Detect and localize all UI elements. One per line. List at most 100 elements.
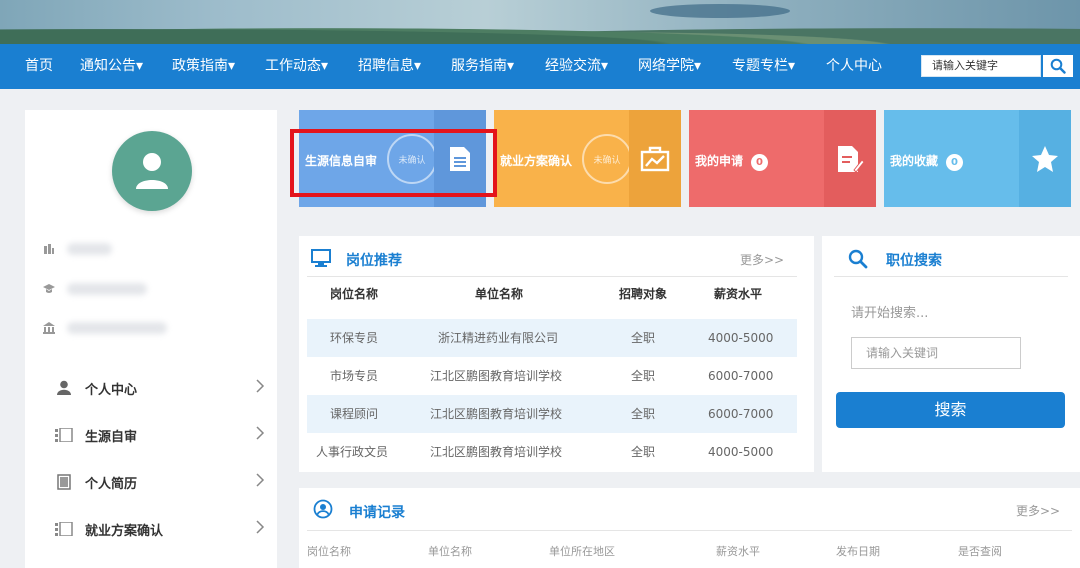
sidebar-item-source-review[interactable]: 生源自审 xyxy=(55,423,265,447)
blurred-text xyxy=(67,322,167,334)
application-records-title: 申请记录 xyxy=(349,505,405,521)
salary-cell: 4000-5000 xyxy=(708,445,774,459)
application-records-more-link[interactable]: 更多>> xyxy=(1016,502,1060,519)
main-nav: 首页 通知公告▾ 政策指南▾ 工作动态▾ 招聘信息▾ 服务指南▾ 经验交流▾ 网… xyxy=(0,44,1080,89)
nav-item-topics[interactable]: 专题专栏▾ xyxy=(732,44,795,89)
divider xyxy=(834,276,1068,277)
briefcase-chart-icon xyxy=(640,146,670,171)
chevron-right-icon xyxy=(256,379,265,393)
nav-item-personal-center[interactable]: 个人中心 xyxy=(826,44,882,89)
banner-lake xyxy=(650,4,790,18)
avatar xyxy=(112,131,192,211)
table-row[interactable]: 环保专员 浙江精进药业有限公司 全职 4000-5000 xyxy=(307,319,797,357)
card-icon-area xyxy=(1019,110,1071,207)
graduation-cap-icon xyxy=(43,284,55,293)
card-my-favorites[interactable]: 我的收藏 0 xyxy=(884,110,1071,207)
job-title-cell: 课程顾问 xyxy=(330,407,379,421)
table-header: 岗位名称 xyxy=(307,545,351,558)
sidebar-item-label: 个人中心 xyxy=(85,382,138,398)
job-type-cell: 全职 xyxy=(631,369,656,383)
card-label: 我的收藏 xyxy=(890,154,939,168)
nav-search-button[interactable] xyxy=(1043,55,1073,77)
monitor-icon xyxy=(311,249,331,267)
nav-search-input[interactable]: 请输入关键字 xyxy=(921,55,1041,77)
chevron-right-icon xyxy=(256,520,265,534)
blurred-text xyxy=(67,243,112,255)
job-title-cell: 环保专员 xyxy=(330,331,379,345)
table-header: 是否查阅 xyxy=(958,545,1002,558)
table-row[interactable]: 市场专员 江北区鹏图教育培训学校 全职 6000-7000 xyxy=(307,357,797,395)
card-icon-area xyxy=(824,110,876,207)
company-cell: 江北区鹏图教育培训学校 xyxy=(430,369,563,383)
document-icon xyxy=(57,474,71,490)
nav-item-recruitment[interactable]: 招聘信息▾ xyxy=(358,44,421,89)
card-my-applications[interactable]: 我的申请 0 xyxy=(689,110,876,207)
company-cell: 江北区鹏图教育培训学校 xyxy=(430,445,563,459)
banner-trees xyxy=(0,18,1080,44)
salary-cell: 4000-5000 xyxy=(708,331,774,345)
list-icon xyxy=(55,428,73,442)
job-title-cell: 人事行政文员 xyxy=(316,445,389,459)
highlight-box xyxy=(290,129,497,197)
blurred-info-row xyxy=(43,241,112,257)
sidebar-item-label: 就业方案确认 xyxy=(85,523,164,539)
chevron-right-icon xyxy=(256,473,265,487)
search-button[interactable]: 搜索 xyxy=(836,392,1065,428)
unconfirmed-stamp: 未确认 xyxy=(582,134,632,184)
sidebar-item-personal-center[interactable]: 个人中心 xyxy=(55,376,265,400)
sidebar-item-label: 生源自审 xyxy=(85,429,138,445)
table-header: 发布日期 xyxy=(836,545,880,558)
job-recommend-more-link[interactable]: 更多>> xyxy=(740,251,784,268)
nav-item-news[interactable]: 工作动态▾ xyxy=(265,44,328,89)
chevron-right-icon xyxy=(256,426,265,440)
job-search-title: 职位搜索 xyxy=(886,253,942,269)
company-cell: 浙江精进药业有限公司 xyxy=(438,331,559,345)
nav-item-experience[interactable]: 经验交流▾ xyxy=(545,44,608,89)
sidebar-item-employment-plan[interactable]: 就业方案确认 xyxy=(55,517,265,541)
blurred-info-row xyxy=(43,320,167,336)
search-hint: 请开始搜索... xyxy=(851,306,929,321)
keyword-input[interactable]: 请输入关键词 xyxy=(851,337,1021,369)
blurred-info-row xyxy=(43,281,147,297)
salary-cell: 6000-7000 xyxy=(708,407,774,421)
sidebar: 个人中心 生源自审 个人简历 就业方案确认 xyxy=(25,110,277,568)
nav-item-service[interactable]: 服务指南▾ xyxy=(451,44,514,89)
job-recommend-title: 岗位推荐 xyxy=(346,253,402,269)
search-icon xyxy=(1050,58,1066,74)
card-employment-plan[interactable]: 就业方案确认 未确认 xyxy=(494,110,681,207)
table-header: 单位名称 xyxy=(475,287,524,301)
divider xyxy=(307,530,1072,531)
card-icon-area xyxy=(629,110,681,207)
user-circle-icon xyxy=(313,499,333,519)
table-row[interactable]: 课程顾问 江北区鹏图教育培训学校 全职 6000-7000 xyxy=(307,395,797,433)
table-header: 单位名称 xyxy=(428,545,472,558)
header-banner xyxy=(0,0,1080,44)
table-header: 单位所在地区 xyxy=(549,545,615,558)
building-icon xyxy=(44,244,54,254)
job-title-cell: 市场专员 xyxy=(330,369,379,383)
card-label-wrap: 我的申请 0 xyxy=(695,152,769,171)
salary-cell: 6000-7000 xyxy=(708,369,774,383)
nav-item-home[interactable]: 首页 xyxy=(25,44,53,89)
table-header: 招聘对象 xyxy=(619,287,668,301)
search-icon xyxy=(848,249,868,269)
star-icon xyxy=(1032,145,1058,172)
card-label: 我的申请 xyxy=(695,154,744,168)
list-icon xyxy=(55,522,73,536)
table-header: 薪资水平 xyxy=(716,545,760,558)
company-cell: 江北区鹏图教育培训学校 xyxy=(430,407,563,421)
nav-item-academy[interactable]: 网络学院▾ xyxy=(638,44,701,89)
institution-icon xyxy=(43,322,55,334)
sidebar-item-resume[interactable]: 个人简历 xyxy=(55,470,265,494)
divider xyxy=(307,276,797,277)
table-header: 薪资水平 xyxy=(714,287,763,301)
nav-item-notices[interactable]: 通知公告▾ xyxy=(80,44,143,89)
count-badge: 0 xyxy=(946,154,964,171)
card-label: 就业方案确认 xyxy=(500,154,573,168)
table-row[interactable]: 人事行政文员 江北区鹏图教育培训学校 全职 4000-5000 xyxy=(307,433,797,471)
user-icon xyxy=(57,380,71,395)
nav-item-policy[interactable]: 政策指南▾ xyxy=(172,44,235,89)
job-type-cell: 全职 xyxy=(631,331,656,345)
count-badge: 0 xyxy=(751,154,769,171)
table-header: 岗位名称 xyxy=(330,287,379,301)
